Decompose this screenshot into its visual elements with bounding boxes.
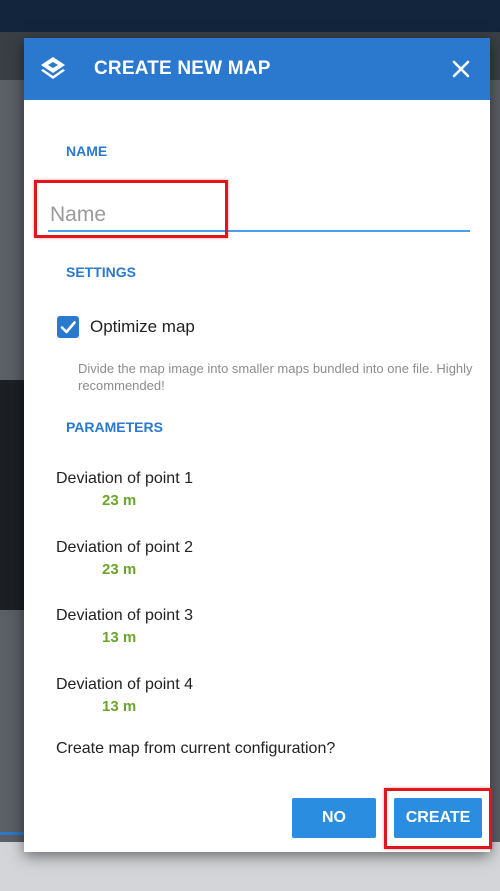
background-left-dark-panel [0, 380, 24, 610]
deviation-value: 23 m [102, 492, 137, 509]
background-bottom-accent [0, 832, 24, 835]
deviation-label: Deviation of point 3 [56, 607, 193, 624]
checkmark-icon [60, 321, 76, 334]
background-right-panel [490, 80, 500, 880]
optimize-help-text: Divide the map image into smaller maps b… [78, 361, 473, 393]
optimize-map-label[interactable]: Optimize map [90, 317, 195, 337]
close-icon[interactable] [446, 54, 476, 84]
no-button[interactable]: NO [292, 798, 376, 838]
deviation-value: 13 m [102, 629, 137, 646]
settings-section-label: SETTINGS [66, 264, 137, 280]
create-button[interactable]: CREATE [394, 798, 482, 838]
map-name-input[interactable] [48, 200, 470, 232]
deviation-label: Deviation of point 1 [56, 470, 193, 487]
dialog-header: CREATE NEW MAP [24, 38, 490, 100]
dialog-title: CREATE NEW MAP [94, 58, 271, 79]
background-status-strip [0, 0, 500, 32]
create-map-dialog: CREATE NEW MAP NAME SETTINGS Optimize ma… [24, 38, 492, 852]
optimize-map-checkbox[interactable] [57, 316, 79, 338]
deviation-value: 23 m [102, 561, 137, 578]
deviation-label: Deviation of point 4 [56, 676, 193, 693]
name-section-label: NAME [66, 143, 108, 159]
confirmation-question: Create map from current configuration? [56, 740, 336, 757]
deviation-label: Deviation of point 2 [56, 539, 193, 556]
parameters-section-label: PARAMETERS [66, 419, 163, 435]
deviation-value: 13 m [102, 698, 137, 715]
layers-icon [41, 57, 65, 79]
